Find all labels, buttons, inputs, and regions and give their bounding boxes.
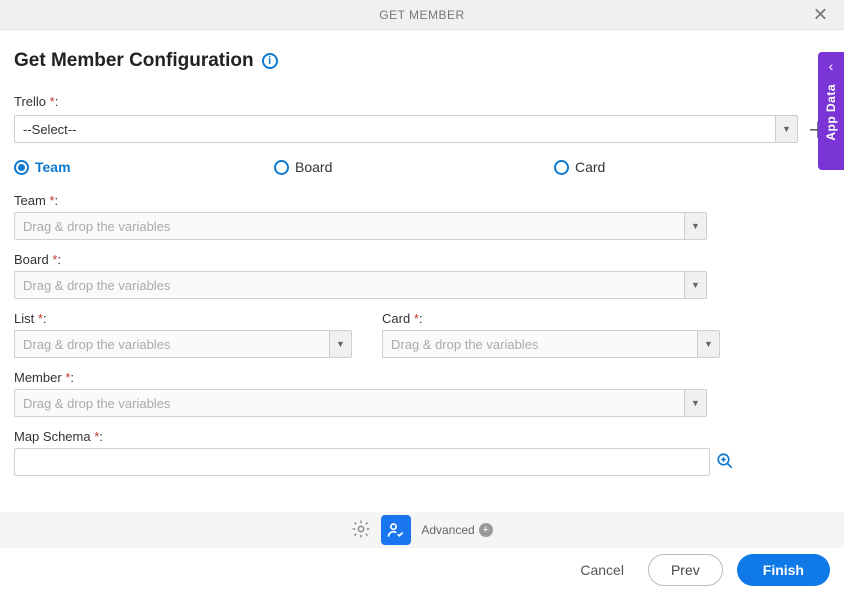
board-field: Board *: Drag & drop the variables ▼: [14, 252, 830, 299]
schema-field: Map Schema *:: [14, 429, 830, 476]
list-field: List *: Drag & drop the variables ▼: [14, 311, 352, 358]
chevron-down-icon[interactable]: ▼: [684, 213, 706, 239]
card-input[interactable]: Drag & drop the variables ▼: [382, 330, 720, 358]
dialog-header: GET MEMBER ✕: [0, 0, 844, 30]
close-icon[interactable]: ✕: [807, 2, 834, 27]
info-icon[interactable]: i: [262, 53, 278, 69]
button-bar: Cancel Prev Finish: [570, 554, 830, 586]
dialog-title: GET MEMBER: [379, 8, 464, 22]
finish-button[interactable]: Finish: [737, 554, 830, 586]
chevron-down-icon[interactable]: ▼: [329, 331, 351, 357]
trello-select[interactable]: --Select-- ▼: [14, 115, 798, 143]
radio-icon: [554, 160, 569, 175]
list-input[interactable]: Drag & drop the variables ▼: [14, 330, 352, 358]
radio-team-label: Team: [35, 159, 71, 175]
content-area: Get Member Configuration i Trello *: --S…: [0, 30, 844, 498]
board-placeholder: Drag & drop the variables: [15, 278, 684, 293]
advanced-toggle[interactable]: Advanced +: [421, 523, 492, 537]
trello-label: Trello *:: [14, 94, 830, 109]
zoom-icon[interactable]: [716, 452, 734, 473]
advanced-label: Advanced: [421, 523, 474, 537]
radio-icon: [274, 160, 289, 175]
board-label: Board *:: [14, 252, 830, 267]
member-placeholder: Drag & drop the variables: [15, 396, 684, 411]
app-data-tab[interactable]: ‹ App Data: [818, 52, 844, 170]
team-field: Team *: Drag & drop the variables ▼: [14, 193, 830, 240]
chevron-left-icon: ‹: [829, 58, 834, 74]
team-label: Team *:: [14, 193, 830, 208]
gear-icon[interactable]: [351, 519, 371, 542]
chevron-down-icon[interactable]: ▼: [684, 272, 706, 298]
trello-field: Trello *: --Select-- ▼ ＋: [14, 94, 830, 145]
chevron-down-icon[interactable]: ▼: [684, 390, 706, 416]
chevron-down-icon[interactable]: ▼: [775, 116, 797, 142]
team-input[interactable]: Drag & drop the variables ▼: [14, 212, 707, 240]
radio-board[interactable]: Board: [274, 159, 554, 175]
cancel-button[interactable]: Cancel: [570, 556, 634, 584]
trello-select-value: --Select--: [15, 122, 775, 137]
chevron-down-icon[interactable]: ▼: [697, 331, 719, 357]
plus-circle-icon: +: [479, 523, 493, 537]
radio-icon: [14, 160, 29, 175]
card-field: Card *: Drag & drop the variables ▼: [382, 311, 720, 358]
card-placeholder: Drag & drop the variables: [383, 337, 697, 352]
board-input[interactable]: Drag & drop the variables ▼: [14, 271, 707, 299]
member-label: Member *:: [14, 370, 830, 385]
radio-card-label: Card: [575, 159, 605, 175]
list-placeholder: Drag & drop the variables: [15, 337, 329, 352]
list-label: List *:: [14, 311, 352, 326]
schema-input[interactable]: [14, 448, 710, 476]
app-data-label: App Data: [824, 84, 838, 141]
scope-radio-group: Team Board Card: [14, 159, 830, 175]
team-placeholder: Drag & drop the variables: [15, 219, 684, 234]
footer-toolbar: Advanced +: [0, 512, 844, 548]
schema-label: Map Schema *:: [14, 429, 830, 444]
radio-card[interactable]: Card: [554, 159, 605, 175]
radio-board-label: Board: [295, 159, 332, 175]
card-label: Card *:: [382, 311, 720, 326]
prev-button[interactable]: Prev: [648, 554, 723, 586]
member-field: Member *: Drag & drop the variables ▼: [14, 370, 830, 417]
radio-team[interactable]: Team: [14, 159, 274, 175]
member-input[interactable]: Drag & drop the variables ▼: [14, 389, 707, 417]
page-title: Get Member Configuration: [14, 50, 254, 72]
user-check-icon[interactable]: [381, 515, 411, 545]
